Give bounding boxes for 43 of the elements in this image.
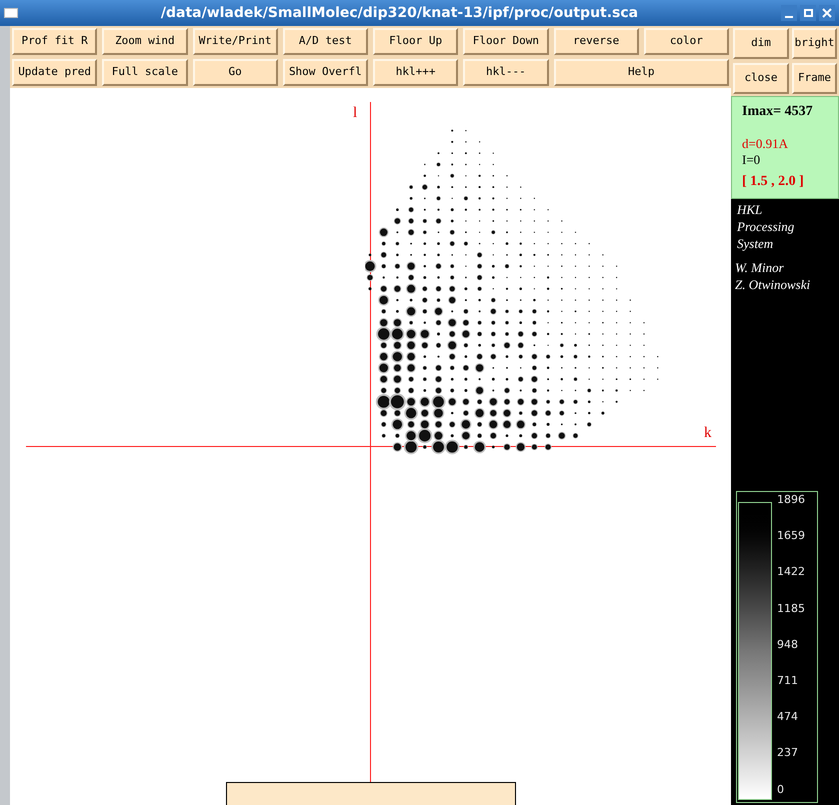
scale-label: 0 [777,782,785,798]
toolbar-button[interactable]: Prof fit R [12,28,98,55]
max-intensity: Imax= 4537 [742,103,814,121]
author-name: Z. Otwinowski [735,276,812,293]
toolbar-button[interactable]: reverse [554,28,639,55]
scale-label: 711 [777,672,799,689]
toolbar-button[interactable]: Frame [792,63,837,94]
toolbar-button[interactable]: Go [192,59,278,86]
toolbar-button[interactable]: close [733,63,789,94]
product-name: HKL [737,201,764,218]
product-name: Processing [737,218,796,235]
toolbar-button[interactable]: Help [554,59,729,86]
toolbar-button[interactable]: bright [792,28,837,59]
toolbar-button[interactable]: Floor Down [463,28,548,55]
toolbar-button[interactable]: color [644,28,729,55]
toolbar-button[interactable]: dim [733,28,789,59]
window-title: /data/wladek/SmallMolec/dip320/knat-13/ipf/proc/output.sca [160,4,640,22]
toolbar-button[interactable]: Floor Up [373,28,458,55]
intensity: I=0 [742,152,762,168]
scale-label: 1896 [777,492,806,508]
resolution: d=0.91A [742,136,789,152]
toolbar-button[interactable]: Write/Print [192,28,278,55]
toolbar-button[interactable]: A/D test [282,28,368,55]
scale-label: 1185 [777,600,806,617]
product-name: System [737,235,774,252]
scale-label: 474 [777,709,799,726]
close-icon[interactable] [819,5,835,21]
scale-label: 1659 [777,528,806,544]
author-name: W. Minor [735,259,785,276]
toolbar-button[interactable]: Full scale [102,59,188,86]
resolution-range: [ 1.5 , 2.0 ] [742,172,805,190]
toolbar-button[interactable]: Zoom wind [102,28,188,55]
toolbar-button[interactable]: hkl--- [463,59,548,86]
axis-label: k [704,424,712,443]
scale-label: 1422 [777,564,806,580]
axis-label: l [353,104,358,123]
minimize-icon[interactable] [781,5,797,21]
maximize-icon[interactable] [800,5,816,21]
scale-label: 948 [777,636,799,653]
toolbar-button[interactable]: hkl+++ [373,59,458,86]
toolbar-button[interactable]: Show Overfl [282,59,368,86]
scale-label: 237 [777,745,799,762]
toolbar-button[interactable]: Update pred [12,59,98,86]
